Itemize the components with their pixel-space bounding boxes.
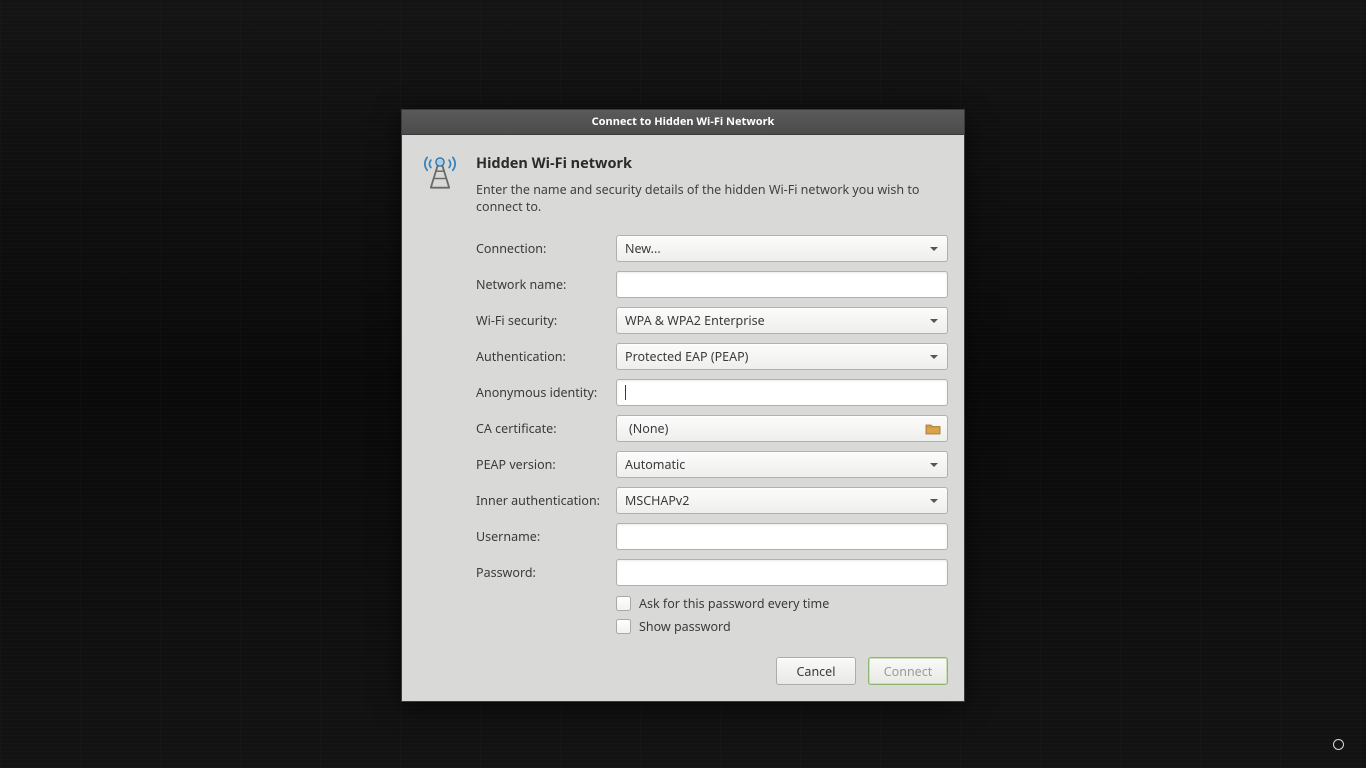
- wifi-security-label: Wi-Fi security:: [476, 312, 616, 329]
- username-label: Username:: [476, 528, 616, 545]
- inner-authentication-label: Inner authentication:: [476, 492, 616, 509]
- authentication-label: Authentication:: [476, 348, 616, 365]
- window-title: Connect to Hidden Wi-Fi Network: [592, 114, 775, 129]
- wifi-tower-icon: [418, 149, 462, 200]
- connect-button[interactable]: Connect: [868, 657, 948, 685]
- wifi-security-value: WPA & WPA2 Enterprise: [625, 312, 765, 329]
- connection-select[interactable]: New...: [616, 235, 948, 262]
- ca-certificate-label: CA certificate:: [476, 420, 616, 437]
- cancel-button[interactable]: Cancel: [776, 657, 856, 685]
- text-cursor: [625, 385, 626, 400]
- chevron-down-icon: [930, 355, 938, 359]
- chevron-down-icon: [930, 247, 938, 251]
- show-password-checkbox[interactable]: [616, 619, 631, 634]
- dialog-content: Hidden Wi-Fi network Enter the name and …: [402, 135, 964, 701]
- connection-value: New...: [625, 240, 661, 257]
- ca-certificate-value: (None): [629, 420, 668, 437]
- anonymous-identity-label: Anonymous identity:: [476, 384, 616, 401]
- hidden-wifi-dialog: Connect to Hidden Wi-Fi Network Hidden W…: [401, 109, 965, 702]
- password-label: Password:: [476, 564, 616, 581]
- tray-circle-icon[interactable]: [1333, 739, 1344, 750]
- authentication-value: Protected EAP (PEAP): [625, 348, 748, 365]
- peap-version-label: PEAP version:: [476, 456, 616, 473]
- network-name-input[interactable]: [616, 271, 948, 298]
- wifi-security-select[interactable]: WPA & WPA2 Enterprise: [616, 307, 948, 334]
- anonymous-identity-input[interactable]: [616, 379, 948, 406]
- peap-version-select[interactable]: Automatic: [616, 451, 948, 478]
- chevron-down-icon: [930, 499, 938, 503]
- ask-password-checkbox[interactable]: [616, 596, 631, 611]
- dialog-description: Enter the name and security details of t…: [476, 181, 948, 215]
- window-titlebar[interactable]: Connect to Hidden Wi-Fi Network: [402, 110, 964, 135]
- inner-authentication-value: MSCHAPv2: [625, 492, 689, 509]
- folder-icon: [925, 422, 941, 436]
- show-password-label[interactable]: Show password: [639, 618, 731, 635]
- connect-button-label: Connect: [884, 663, 932, 680]
- password-input[interactable]: [616, 559, 948, 586]
- inner-authentication-select[interactable]: MSCHAPv2: [616, 487, 948, 514]
- dialog-heading: Hidden Wi-Fi network: [476, 153, 948, 173]
- peap-version-value: Automatic: [625, 456, 685, 473]
- chevron-down-icon: [930, 463, 938, 467]
- network-name-label: Network name:: [476, 276, 616, 293]
- connection-label: Connection:: [476, 240, 616, 257]
- cancel-button-label: Cancel: [797, 663, 836, 680]
- username-input[interactable]: [616, 523, 948, 550]
- chevron-down-icon: [930, 319, 938, 323]
- form: Connection: New... Network name: Wi-: [476, 235, 948, 685]
- ca-certificate-chooser[interactable]: (None): [616, 415, 948, 442]
- authentication-select[interactable]: Protected EAP (PEAP): [616, 343, 948, 370]
- ask-password-label[interactable]: Ask for this password every time: [639, 595, 829, 612]
